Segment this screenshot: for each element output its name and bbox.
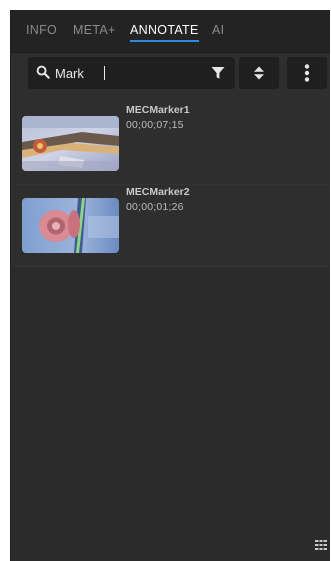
search-icon [36, 65, 50, 79]
search-input[interactable] [55, 63, 195, 83]
tab-info[interactable]: INFO [26, 23, 57, 37]
annotate-panel: INFO META+ ANNOTATE AI Mark MECMarker1 0… [10, 10, 330, 561]
marker-thumbnail [22, 116, 119, 171]
marker-name: MECMarker1 [126, 104, 190, 116]
marker-row[interactable]: MECMarker2 00;00;01;26 [11, 185, 330, 267]
tab-bar: INFO META+ ANNOTATE AI [11, 10, 330, 53]
tab-ai[interactable]: AI [212, 23, 224, 37]
tab-annotate[interactable]: ANNOTATE [130, 23, 199, 42]
marker-thumbnail [22, 198, 119, 253]
marker-timecode: 00;00;07;15 [126, 119, 184, 131]
sort-icon [254, 66, 264, 80]
marker-row[interactable]: MECMarker1 00;00;07;15 [11, 103, 330, 185]
text-cursor [104, 66, 105, 80]
marker-timecode: 00;00;01;26 [126, 201, 184, 213]
active-tab-indicator [130, 40, 199, 42]
tab-annotate-label: ANNOTATE [130, 23, 199, 37]
search-toolbar [11, 53, 330, 103]
grid-view-icon[interactable] [315, 540, 327, 550]
search-box[interactable] [28, 57, 235, 89]
marker-list: MECMarker1 00;00;07;15 MECMarker2 00;00;… [11, 103, 330, 267]
skateboard-wheel-thumbnail-image [22, 198, 119, 253]
skateboard-thumbnail-image [22, 116, 119, 171]
sort-button[interactable] [239, 57, 279, 89]
more-vertical-icon [304, 64, 310, 82]
filter-icon[interactable] [211, 66, 225, 80]
tab-meta-plus[interactable]: META+ [73, 23, 116, 37]
more-options-button[interactable] [287, 57, 327, 89]
marker-name: MECMarker2 [126, 186, 190, 198]
